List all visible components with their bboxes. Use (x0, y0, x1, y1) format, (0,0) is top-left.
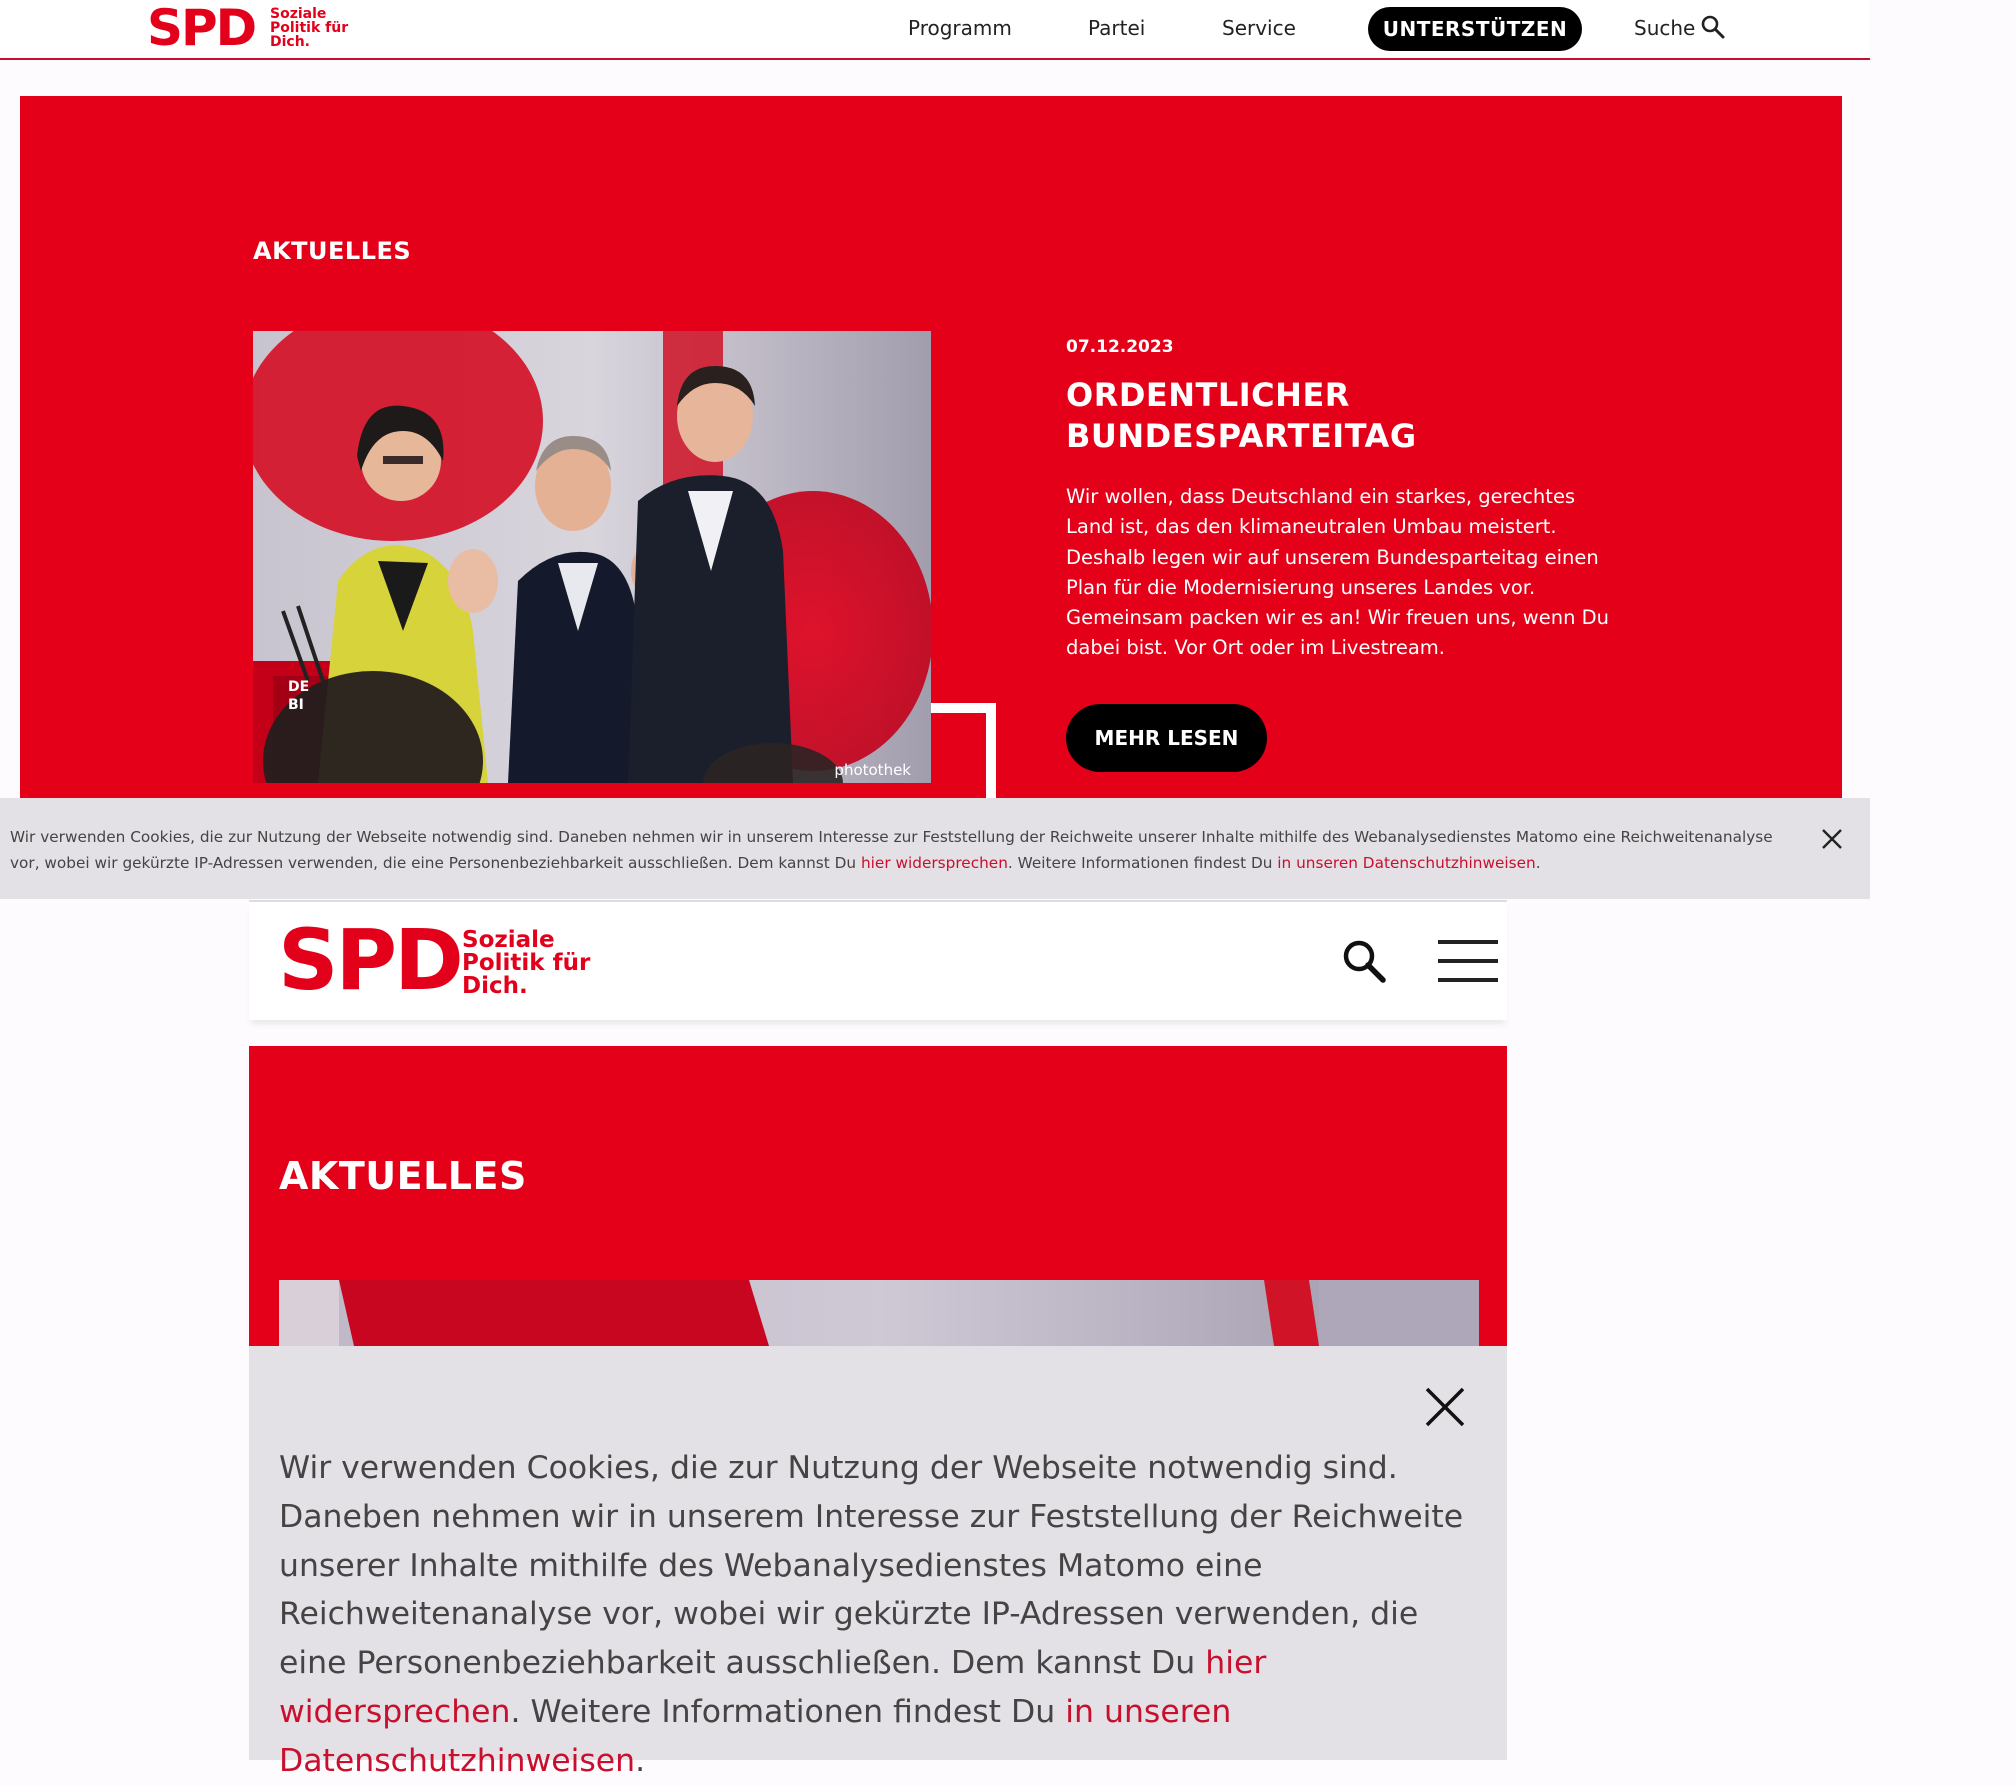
logo-slogan: Soziale Politik für Dich. (462, 929, 590, 998)
photo-illustration (279, 1280, 1479, 1346)
slogan-line: Politik für (462, 950, 591, 976)
logo-wordmark: SPD (278, 911, 464, 1009)
search-link-label[interactable]: Suche (1634, 16, 1695, 40)
decorative-frame (931, 703, 996, 798)
support-button[interactable]: UNTERSTÜTZEN (1368, 7, 1582, 51)
article-teaser: Wir wollen, dass Deutschland ein starkes… (1066, 485, 1610, 660)
svg-text:BI: BI (288, 697, 304, 713)
slogan-line: Politik für (270, 20, 349, 36)
object-link[interactable]: hier widersprechen (861, 854, 1008, 872)
hamburger-menu-icon[interactable] (1438, 940, 1498, 982)
nav-item-programm[interactable]: Programm (908, 16, 1012, 40)
cookie-text-part: . (1535, 854, 1541, 872)
cookie-text-part: . Weitere Informationen findest Du (510, 1693, 1066, 1730)
cookie-text-part: . (635, 1742, 646, 1779)
section-title: AKTUELLES (253, 237, 412, 265)
slogan-line: Soziale (462, 927, 555, 953)
logo-slogan: Soziale Politik für Dich. (270, 7, 348, 49)
article-date: 07.12.2023 (1066, 337, 1174, 357)
slogan-line: Dich. (462, 973, 528, 999)
svg-text:DE: DE (288, 679, 309, 695)
cookie-text: Wir verwenden Cookies, die zur Nutzung d… (279, 1444, 1469, 1786)
cookie-text-part: Wir verwenden Cookies, die zur Nutzung d… (279, 1450, 1464, 1682)
nav-item-service[interactable]: Service (1222, 16, 1296, 40)
nav-item-partei[interactable]: Partei (1088, 16, 1145, 40)
close-icon[interactable] (1424, 1386, 1466, 1428)
article-title[interactable]: ORDENTLICHER BUNDESPARTEITAG (1066, 375, 1626, 457)
article-photo-mobile[interactable] (279, 1280, 1479, 1346)
cookie-text-part: . Weitere Informationen findest Du (1007, 854, 1278, 872)
section-title: AKTUELLES (279, 1154, 527, 1198)
article-photo[interactable]: DE BI photothek (253, 331, 931, 783)
read-more-button[interactable]: MEHR LESEN (1066, 704, 1267, 772)
slogan-line: Soziale (270, 6, 327, 22)
close-icon[interactable] (1821, 828, 1843, 850)
privacy-link[interactable]: in unseren Datenschutzhinweisen (1277, 854, 1535, 872)
search-icon[interactable] (1700, 14, 1726, 40)
photo-credit: photothek (834, 761, 911, 779)
slogan-line: Dich. (270, 34, 311, 50)
cookie-text: Wir verwenden Cookies, die zur Nutzung d… (10, 824, 1800, 876)
photo-illustration: DE BI (253, 331, 931, 783)
search-icon[interactable] (1341, 938, 1387, 984)
logo-wordmark: SPD (147, 0, 257, 57)
